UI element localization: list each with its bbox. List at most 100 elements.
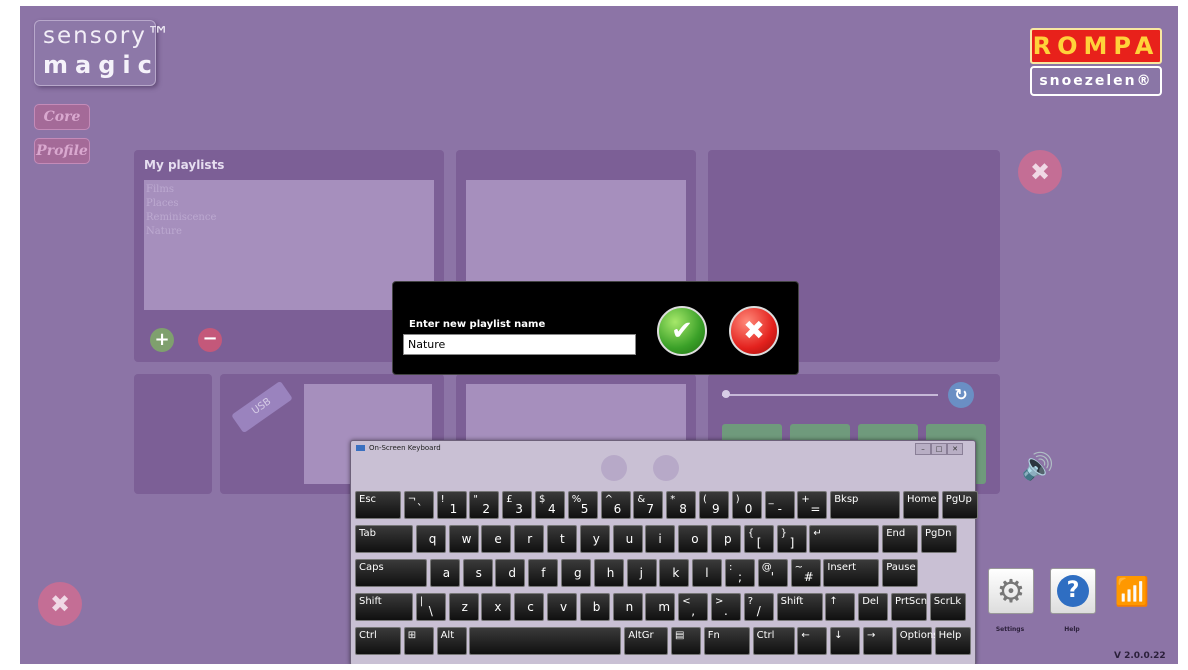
key[interactable]: u <box>612 525 643 553</box>
close-icon[interactable]: ✖ <box>1018 150 1062 194</box>
key[interactable]: <, <box>678 593 709 621</box>
key[interactable]: Options <box>895 627 938 655</box>
key[interactable]: ? / <box>743 593 774 621</box>
key[interactable]: Del <box>858 593 889 621</box>
key[interactable]: " 2 <box>469 491 500 519</box>
key[interactable]: Ctrl <box>355 627 401 655</box>
key[interactable]: & 7 <box>633 491 664 519</box>
key[interactable]: Pause <box>882 559 919 587</box>
key[interactable]: ↑ <box>825 593 856 621</box>
settings-button[interactable]: ⚙ <box>988 568 1034 614</box>
profile-button[interactable]: Profile <box>34 138 90 164</box>
key[interactable]: Home <box>903 491 939 519</box>
key[interactable]: j <box>626 559 657 587</box>
key[interactable]: £3 <box>502 491 533 519</box>
key[interactable]: z <box>448 593 479 621</box>
key[interactable]: ScrLk <box>929 593 966 621</box>
list-item[interactable]: Nature <box>146 225 432 239</box>
help-button[interactable]: ? <box>1050 568 1096 614</box>
key[interactable]: v <box>547 593 577 621</box>
key[interactable]: Insert <box>823 559 880 587</box>
key[interactable]: >. <box>711 593 741 621</box>
key[interactable]: | \ <box>415 593 446 621</box>
remove-playlist-button[interactable]: − <box>198 328 222 352</box>
key[interactable]: $4 <box>535 491 565 519</box>
key[interactable]: l <box>692 559 723 587</box>
key[interactable]: e <box>481 525 512 553</box>
key[interactable]: ^ 6 <box>600 491 631 519</box>
repeat-icon[interactable]: ↻ <box>948 382 974 408</box>
core-button[interactable]: Core <box>34 104 90 130</box>
key[interactable]: + = <box>797 491 828 519</box>
key[interactable]: w <box>448 525 479 553</box>
key[interactable]: Shift <box>776 593 823 621</box>
key[interactable]: % 5 <box>567 491 598 519</box>
key[interactable]: ↓ <box>830 627 861 655</box>
key[interactable]: AltGr <box>624 627 669 655</box>
key[interactable]: x <box>481 593 512 621</box>
key[interactable]: * 8 <box>666 491 697 519</box>
playlist-name-input[interactable] <box>403 334 636 355</box>
key[interactable]: ← <box>797 627 828 655</box>
key[interactable]: ▤ <box>671 627 701 655</box>
key[interactable]: s <box>462 559 493 587</box>
key[interactable]: g <box>561 559 591 587</box>
key[interactable]: q <box>415 525 446 553</box>
key[interactable]: :; <box>725 559 755 587</box>
cancel-button[interactable]: ✖ <box>729 306 779 356</box>
key[interactable]: ~ # <box>790 559 821 587</box>
key[interactable]: @ ' <box>757 559 788 587</box>
key[interactable]: k <box>659 559 690 587</box>
close-button[interactable]: ✕ <box>947 443 963 455</box>
list-item[interactable]: Places <box>146 197 432 211</box>
add-playlist-button[interactable]: + <box>150 328 174 352</box>
key[interactable]: y <box>579 525 610 553</box>
key[interactable]: m <box>645 593 676 621</box>
key[interactable]: Help <box>934 627 971 655</box>
key[interactable]: i <box>645 525 676 553</box>
key[interactable]: n <box>612 593 643 621</box>
progress-handle[interactable] <box>722 390 730 398</box>
key[interactable]: r <box>514 525 545 553</box>
key[interactable] <box>469 627 622 655</box>
key[interactable]: End <box>882 525 919 553</box>
key[interactable]: b <box>579 593 610 621</box>
key[interactable]: c <box>514 593 545 621</box>
key[interactable]: ¬ ` <box>403 491 434 519</box>
key[interactable]: Bksp <box>830 491 901 519</box>
key[interactable]: p <box>711 525 741 553</box>
exit-icon[interactable]: ✖ <box>38 582 82 626</box>
key[interactable]: _ - <box>764 491 795 519</box>
maximize-button[interactable]: □ <box>931 443 947 455</box>
key[interactable]: f <box>528 559 559 587</box>
key[interactable]: Alt <box>436 627 467 655</box>
key[interactable]: Ctrl <box>752 627 795 655</box>
key[interactable]: (9 <box>699 491 729 519</box>
key[interactable]: d <box>495 559 526 587</box>
playlist-list[interactable]: Films Places Reminiscence Nature <box>144 180 434 310</box>
key[interactable]: PgUp <box>941 491 978 519</box>
key[interactable]: a <box>429 559 460 587</box>
volume-icon[interactable]: 🔊 <box>1016 452 1060 488</box>
list-item[interactable]: Reminiscence <box>146 211 432 225</box>
key[interactable]: Esc <box>355 491 401 519</box>
key[interactable]: → <box>863 627 893 655</box>
key[interactable]: Tab <box>355 525 413 553</box>
key[interactable]: PgDn <box>921 525 957 553</box>
key[interactable]: ! 1 <box>436 491 467 519</box>
signal-icon[interactable]: 📶 <box>1112 570 1152 614</box>
list-item[interactable]: Films <box>146 183 432 197</box>
key[interactable]: Fn <box>703 627 750 655</box>
key[interactable]: Caps <box>355 559 427 587</box>
key[interactable]: }] <box>776 525 807 553</box>
key[interactable]: o <box>678 525 709 553</box>
confirm-button[interactable]: ✔ <box>657 306 707 356</box>
key[interactable]: h <box>593 559 624 587</box>
key[interactable]: ↵ <box>809 525 880 553</box>
key[interactable]: ⊞ <box>403 627 434 655</box>
progress-track[interactable] <box>722 394 938 396</box>
key[interactable]: ) 0 <box>731 491 762 519</box>
key[interactable]: Shift <box>355 593 413 621</box>
usb-icon[interactable]: USB <box>231 380 293 434</box>
minimize-button[interactable]: – <box>915 443 931 455</box>
